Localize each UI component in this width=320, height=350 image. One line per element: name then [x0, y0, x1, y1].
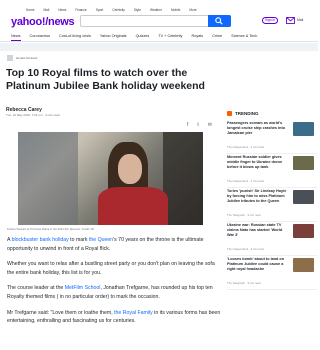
source-name[interactable]: Herald Scotland: [16, 56, 37, 60]
article-photo: [18, 132, 203, 225]
ad-strip: [0, 43, 318, 51]
top-nav: Home Mail News Finance Sport Celebrity S…: [0, 6, 318, 14]
trending-item[interactable]: Ukraine war: Russian state TV claims Nat…: [227, 222, 317, 256]
link-metfilm-school[interactable]: MetFilm School: [65, 285, 101, 291]
link-the-queen[interactable]: the Queen: [89, 237, 113, 243]
email-icon[interactable]: ✉: [208, 122, 212, 128]
article-title: Top 10 Royal films to watch over the Pla…: [6, 67, 205, 92]
mail-label[interactable]: Mail: [297, 18, 303, 22]
yahoo-news-logo[interactable]: yahoo!/news: [11, 16, 75, 28]
tab-crime[interactable]: Crime: [212, 34, 222, 38]
paragraph-3: The course leader at the MetFilm School,…: [7, 285, 213, 300]
top-nav-sport[interactable]: Sport: [96, 8, 104, 12]
tab-yahoo-originals[interactable]: Yahoo Originals: [100, 34, 127, 38]
share-bar: f t ✉: [187, 122, 212, 128]
trending-thumbnail[interactable]: [293, 156, 314, 170]
paragraph-1: A blockbuster bank holiday to mark the Q…: [7, 237, 204, 252]
tab-quizzes[interactable]: Quizzes: [136, 34, 150, 38]
top-nav-mail[interactable]: Mail: [44, 8, 50, 12]
search-button[interactable]: [208, 15, 231, 27]
top-nav-weather[interactable]: Weather: [150, 8, 162, 12]
trending-list: Passengers scream as world's longest cru…: [227, 120, 317, 290]
trending-item[interactable]: Moment Russian soldier gives middle fing…: [227, 154, 317, 188]
header: yahoo!/news Sign in Mail: [0, 14, 318, 30]
sign-in-button[interactable]: Sign in: [262, 17, 278, 24]
mail-icon[interactable]: [286, 17, 295, 24]
photo-caption: Kristen Stewart as Princess Diana in the…: [7, 227, 95, 231]
facebook-icon[interactable]: f: [187, 122, 188, 128]
top-nav-news[interactable]: News: [58, 8, 66, 12]
category-nav: News Coronavirus Cost-of-living crisis Y…: [0, 31, 318, 42]
top-nav-mobile[interactable]: Mobile: [171, 8, 180, 12]
trending-icon: [227, 111, 232, 116]
article-date: Tue, 31 May 2022, 7:01 pm · 4-min read: [6, 113, 60, 117]
top-nav-home[interactable]: Home: [26, 8, 35, 12]
search-icon: [215, 17, 223, 25]
tab-tv-celebrity[interactable]: TV + Celebrity: [158, 34, 182, 38]
tab-news[interactable]: News: [11, 34, 21, 41]
top-nav-celebrity[interactable]: Celebrity: [112, 8, 125, 12]
tab-coronavirus[interactable]: Coronavirus: [30, 34, 50, 38]
article-body: A blockbuster bank holiday to mark the Q…: [7, 236, 222, 333]
tab-cost-of-living[interactable]: Cost-of-living crisis: [59, 34, 91, 38]
trending-item[interactable]: 'Looses bomb' about to land on Platinum …: [227, 256, 317, 290]
top-nav-more[interactable]: More: [189, 8, 196, 12]
trending-item[interactable]: Passengers scream as world's longest cru…: [227, 120, 317, 154]
paragraph-4: Mr Trefgarne said: "Love them or loathe …: [7, 309, 221, 325]
link-bank-holiday[interactable]: blockbuster bank holiday: [12, 237, 69, 243]
tab-royals[interactable]: Royals: [191, 34, 203, 38]
twitter-icon[interactable]: t: [197, 122, 198, 128]
tab-science-tech[interactable]: Science & Tech: [231, 34, 257, 38]
article-source: Herald Scotland: [7, 55, 37, 61]
trending-thumbnail[interactable]: [293, 258, 314, 272]
top-nav-finance[interactable]: Finance: [75, 8, 86, 12]
trending-thumbnail[interactable]: [293, 190, 314, 204]
trending-item[interactable]: Tories 'punish' Sir Lindsay Hoyle by for…: [227, 188, 317, 222]
trending-thumbnail[interactable]: [293, 224, 314, 238]
top-nav-style[interactable]: Style: [134, 8, 141, 12]
publisher-logo: [7, 55, 13, 61]
trending-thumbnail[interactable]: [293, 122, 314, 136]
trending-heading: TRENDING: [227, 111, 259, 116]
link-royal-family[interactable]: the Royal Family: [114, 310, 153, 316]
paragraph-2: Whether you want to relax after a bustli…: [7, 261, 215, 276]
